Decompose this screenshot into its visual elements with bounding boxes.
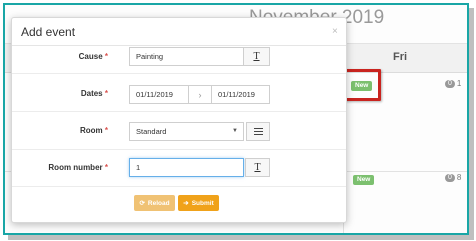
room-number-label-text: Room number: [48, 163, 103, 172]
reload-button[interactable]: ⟳ Reload: [134, 195, 175, 211]
text-icon: T: [254, 162, 261, 173]
room-number-input[interactable]: 1: [129, 158, 244, 177]
annotation-highlight-box: [341, 69, 381, 101]
caret-down-icon: ▼: [232, 128, 238, 134]
day-number: 1: [456, 79, 462, 88]
day-cell-number: 0 1: [445, 79, 461, 88]
reload-icon: ⟳: [139, 200, 145, 207]
required-marker: *: [104, 163, 108, 172]
day-number: 8: [456, 173, 462, 182]
row-divider: [12, 149, 346, 150]
new-event-badge[interactable]: New: [353, 175, 375, 185]
screenshot-frame: November 2019 Fri New 0 1 New 0 8 Add ev…: [3, 3, 469, 235]
submit-button[interactable]: ➔ Submit: [178, 195, 219, 211]
cause-label: Cause *: [12, 52, 108, 61]
row-divider: [12, 111, 346, 112]
room-label: Room *: [12, 126, 108, 135]
room-select-value: Standard: [136, 127, 167, 136]
room-label-text: Room: [79, 126, 103, 135]
row-divider: [12, 186, 346, 187]
modal-title: Add event: [21, 25, 76, 39]
dates-label: Dates *: [12, 89, 108, 98]
close-icon[interactable]: ×: [332, 26, 338, 37]
event-count-badge: 0: [445, 173, 455, 182]
cause-text-button[interactable]: T: [243, 47, 270, 66]
room-select[interactable]: Standard ▼: [129, 122, 244, 141]
list-icon: [253, 127, 263, 136]
room-list-button[interactable]: [246, 122, 270, 141]
cause-label-text: Cause: [78, 52, 103, 61]
room-number-label: Room number *: [12, 163, 108, 172]
start-date-input[interactable]: 01/11/2019: [129, 85, 189, 104]
required-marker: *: [104, 89, 108, 98]
dates-label-text: Dates: [80, 89, 103, 98]
room-number-text-button[interactable]: T: [245, 158, 270, 177]
end-date-input[interactable]: 01/11/2019: [211, 85, 270, 104]
day-cell-number: 0 8: [445, 173, 461, 182]
arrow-right-icon: ➔: [183, 200, 189, 207]
reload-button-label: Reload: [147, 199, 170, 207]
event-count-badge: 0: [445, 79, 455, 88]
modal-header: Add event ×: [12, 18, 346, 46]
required-marker: *: [104, 126, 108, 135]
row-divider: [12, 73, 346, 74]
cause-input[interactable]: Painting: [129, 47, 244, 66]
date-range-separator: ›: [188, 85, 212, 104]
day-header-fri: Fri: [393, 51, 408, 63]
submit-button-label: Submit: [191, 199, 214, 207]
text-icon: T: [253, 51, 260, 62]
add-event-modal: Add event × Cause * Painting T Dates * 0…: [11, 17, 347, 223]
required-marker: *: [104, 52, 108, 61]
